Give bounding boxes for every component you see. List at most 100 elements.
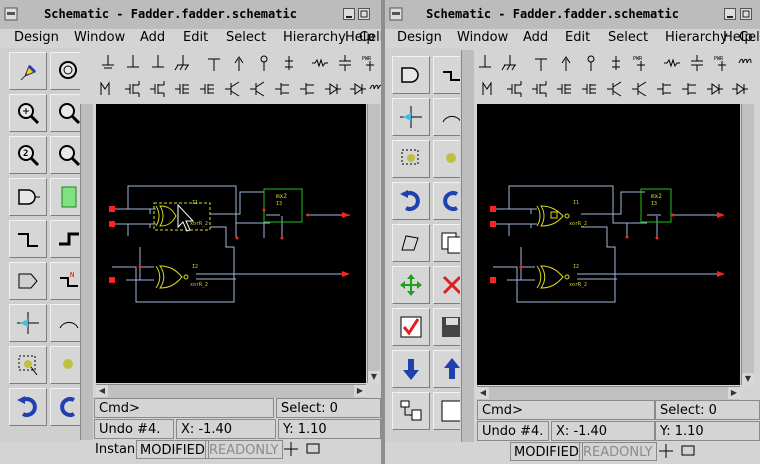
nmos4-icon[interactable] bbox=[173, 79, 193, 99]
flashlight-button[interactable] bbox=[9, 52, 47, 90]
canvas-vertical-scrollbar[interactable]: ▼ bbox=[367, 104, 380, 383]
redo-button[interactable] bbox=[433, 182, 460, 220]
power-source-icon[interactable]: PWR bbox=[631, 53, 651, 73]
gate-button[interactable] bbox=[392, 56, 430, 94]
minimize-icon[interactable] bbox=[724, 8, 736, 20]
npn-icon[interactable] bbox=[223, 79, 243, 99]
jfet-icon[interactable] bbox=[298, 79, 318, 99]
scroll-left-icon[interactable]: ◀ bbox=[477, 387, 489, 399]
vss-tool-icon[interactable] bbox=[279, 53, 299, 73]
power-source-icon[interactable]: PWR bbox=[360, 53, 380, 73]
vdd-tool-icon[interactable] bbox=[204, 53, 224, 73]
canvas-horizontal-scrollbar[interactable]: ◀ ▶ bbox=[96, 384, 366, 398]
pmos-icon[interactable] bbox=[530, 79, 550, 99]
maximize-icon[interactable] bbox=[740, 8, 752, 20]
rectangle-icon[interactable] bbox=[304, 440, 322, 458]
title-bar[interactable]: Schematic - Fadder.fadder.schematic bbox=[0, 0, 381, 30]
zoom-fit-button[interactable] bbox=[50, 52, 80, 90]
pnp-icon[interactable] bbox=[630, 79, 650, 99]
inductor-icon[interactable] bbox=[368, 79, 381, 99]
polygon-button[interactable] bbox=[392, 224, 430, 262]
undo-button[interactable] bbox=[9, 388, 47, 426]
menu-window[interactable]: Window bbox=[457, 30, 508, 45]
label-button[interactable]: N bbox=[50, 262, 80, 300]
wire-button[interactable] bbox=[9, 220, 47, 258]
menu-edit[interactable]: Edit bbox=[565, 30, 590, 45]
chassis-ground-icon[interactable] bbox=[173, 53, 193, 73]
vdd-arrow-icon[interactable] bbox=[556, 53, 576, 73]
ground-tool-icon[interactable] bbox=[123, 53, 143, 73]
jfet-icon[interactable] bbox=[680, 79, 700, 99]
menu-design[interactable]: Design bbox=[397, 30, 442, 45]
command-line[interactable]: Cmd> bbox=[477, 400, 655, 420]
select-instance-button[interactable] bbox=[433, 140, 460, 178]
ground-tool-icon[interactable] bbox=[475, 53, 495, 73]
resistor-icon[interactable] bbox=[662, 53, 682, 73]
maximize-icon[interactable] bbox=[358, 8, 370, 20]
green-box-button[interactable] bbox=[50, 178, 80, 216]
schematic-canvas[interactable]: I1 xorR_2 I2 xorR_2 mx2 I3 bbox=[477, 104, 740, 385]
inductor-icon[interactable] bbox=[737, 53, 757, 73]
redo-button[interactable] bbox=[50, 388, 80, 426]
mos-tool-icon[interactable] bbox=[98, 79, 118, 99]
rectangle-icon[interactable] bbox=[679, 442, 697, 460]
pmos4-icon[interactable] bbox=[580, 79, 600, 99]
gate-button[interactable] bbox=[9, 178, 47, 216]
copy-button[interactable] bbox=[433, 224, 460, 262]
scroll-down-icon[interactable]: ▼ bbox=[368, 371, 380, 383]
vcc-tool-icon[interactable] bbox=[254, 53, 274, 73]
diode-icon[interactable] bbox=[348, 79, 368, 99]
capacitor-icon[interactable] bbox=[335, 53, 355, 73]
menu-window[interactable]: Window bbox=[74, 30, 125, 45]
undo-button[interactable] bbox=[392, 182, 430, 220]
npn-icon[interactable] bbox=[605, 79, 625, 99]
bus-button[interactable] bbox=[50, 220, 80, 258]
scroll-left-icon[interactable]: ◀ bbox=[96, 385, 108, 397]
arc-button[interactable] bbox=[50, 304, 80, 342]
diode-icon[interactable] bbox=[323, 79, 343, 99]
delete-button[interactable] bbox=[433, 266, 460, 304]
zoom-out-button[interactable] bbox=[50, 136, 80, 174]
resistor-icon[interactable] bbox=[310, 53, 330, 73]
nmos-icon[interactable] bbox=[123, 79, 143, 99]
ground-tool-icon[interactable] bbox=[98, 53, 118, 73]
chassis-ground-icon[interactable] bbox=[500, 53, 520, 73]
menu-hierarchy[interactable]: Hierarchy bbox=[665, 30, 728, 45]
diode-icon[interactable] bbox=[730, 79, 750, 99]
menu-add[interactable]: Add bbox=[523, 30, 548, 45]
vdd-tool-icon[interactable] bbox=[531, 53, 551, 73]
check-button[interactable] bbox=[392, 308, 430, 346]
crosshair-icon[interactable] bbox=[657, 442, 675, 460]
vdd-arrow-icon[interactable] bbox=[229, 53, 249, 73]
save-button[interactable] bbox=[433, 308, 460, 346]
menu-edit[interactable]: Edit bbox=[183, 30, 208, 45]
minimize-icon[interactable] bbox=[343, 8, 355, 20]
schematic-canvas[interactable]: I1 xorR_2 I2 xorR_2 mx2 I3 bbox=[96, 104, 366, 383]
pnp-icon[interactable] bbox=[248, 79, 268, 99]
nmos-icon[interactable] bbox=[505, 79, 525, 99]
label-button[interactable] bbox=[433, 56, 460, 94]
palette-scrollbar[interactable] bbox=[461, 50, 474, 442]
zoom-in-button[interactable] bbox=[9, 94, 47, 132]
command-line[interactable]: Cmd> bbox=[94, 398, 274, 418]
diode-icon[interactable] bbox=[705, 79, 725, 99]
nmos4-icon[interactable] bbox=[555, 79, 575, 99]
scroll-down-icon[interactable]: ▼ bbox=[742, 373, 754, 385]
capacitor-icon[interactable] bbox=[687, 53, 707, 73]
pin-button[interactable] bbox=[9, 262, 47, 300]
jfet-icon[interactable] bbox=[655, 79, 675, 99]
canvas-horizontal-scrollbar[interactable]: ◀ ▶ bbox=[477, 386, 740, 400]
zoom-button[interactable] bbox=[50, 94, 80, 132]
select-instance-button[interactable] bbox=[50, 346, 80, 384]
ground-tool-icon[interactable] bbox=[148, 53, 168, 73]
scroll-right-icon[interactable]: ▶ bbox=[728, 387, 740, 399]
crosshair-button[interactable] bbox=[392, 98, 430, 136]
power-source-icon[interactable]: PWR bbox=[712, 53, 732, 73]
ascend-button[interactable] bbox=[433, 350, 460, 388]
menu-cell[interactable]: Cell bbox=[739, 30, 760, 45]
descend-button[interactable] bbox=[392, 350, 430, 388]
menu-cell[interactable]: Cell bbox=[359, 30, 381, 45]
vcc-tool-icon[interactable] bbox=[581, 53, 601, 73]
pmos-icon[interactable] bbox=[148, 79, 168, 99]
scroll-right-icon[interactable]: ▶ bbox=[354, 385, 366, 397]
